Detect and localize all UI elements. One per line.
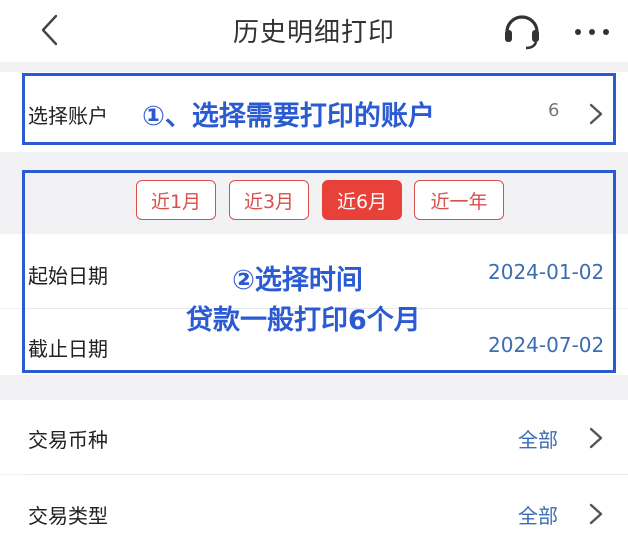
end-date-label: 截止日期	[28, 337, 108, 361]
headset-icon	[505, 15, 539, 50]
period-chip-bar	[0, 168, 628, 234]
start-date-value[interactable]: 2024-01-02	[488, 260, 604, 284]
tx-type-row[interactable]: 交易类型 全部	[0, 475, 628, 546]
chip-3-months[interactable]: 近3月	[229, 180, 309, 220]
more-button[interactable]	[568, 8, 618, 52]
start-date-label: 起始日期	[28, 264, 108, 288]
account-value: 6	[548, 100, 560, 121]
period-annotation-line1: ②选择时间	[232, 265, 363, 296]
header-bar: 历史明细打印	[0, 0, 628, 62]
chevron-right-icon	[589, 103, 603, 125]
currency-value: 全部	[518, 428, 558, 452]
chevron-right-icon	[589, 427, 603, 449]
chip-1-year[interactable]: 近一年	[414, 180, 504, 220]
chevron-right-icon	[589, 503, 603, 525]
end-date-value[interactable]: 2024-07-02	[488, 333, 604, 357]
period-annotation-line2: 贷款一般打印6个月	[186, 305, 421, 336]
account-label: 选择账户	[28, 104, 108, 128]
currency-row[interactable]: 交易币种 全部	[0, 400, 628, 474]
currency-label: 交易币种	[28, 428, 108, 452]
chip-1-month[interactable]: 近1月	[136, 180, 216, 220]
tx-type-value: 全部	[518, 504, 558, 528]
account-annotation: ①、选择需要打印的账户	[142, 101, 435, 132]
more-icon	[575, 29, 609, 35]
customer-service-button[interactable]	[500, 8, 544, 52]
chip-6-months[interactable]: 近6月	[322, 180, 402, 220]
tx-type-label: 交易类型	[28, 504, 108, 528]
